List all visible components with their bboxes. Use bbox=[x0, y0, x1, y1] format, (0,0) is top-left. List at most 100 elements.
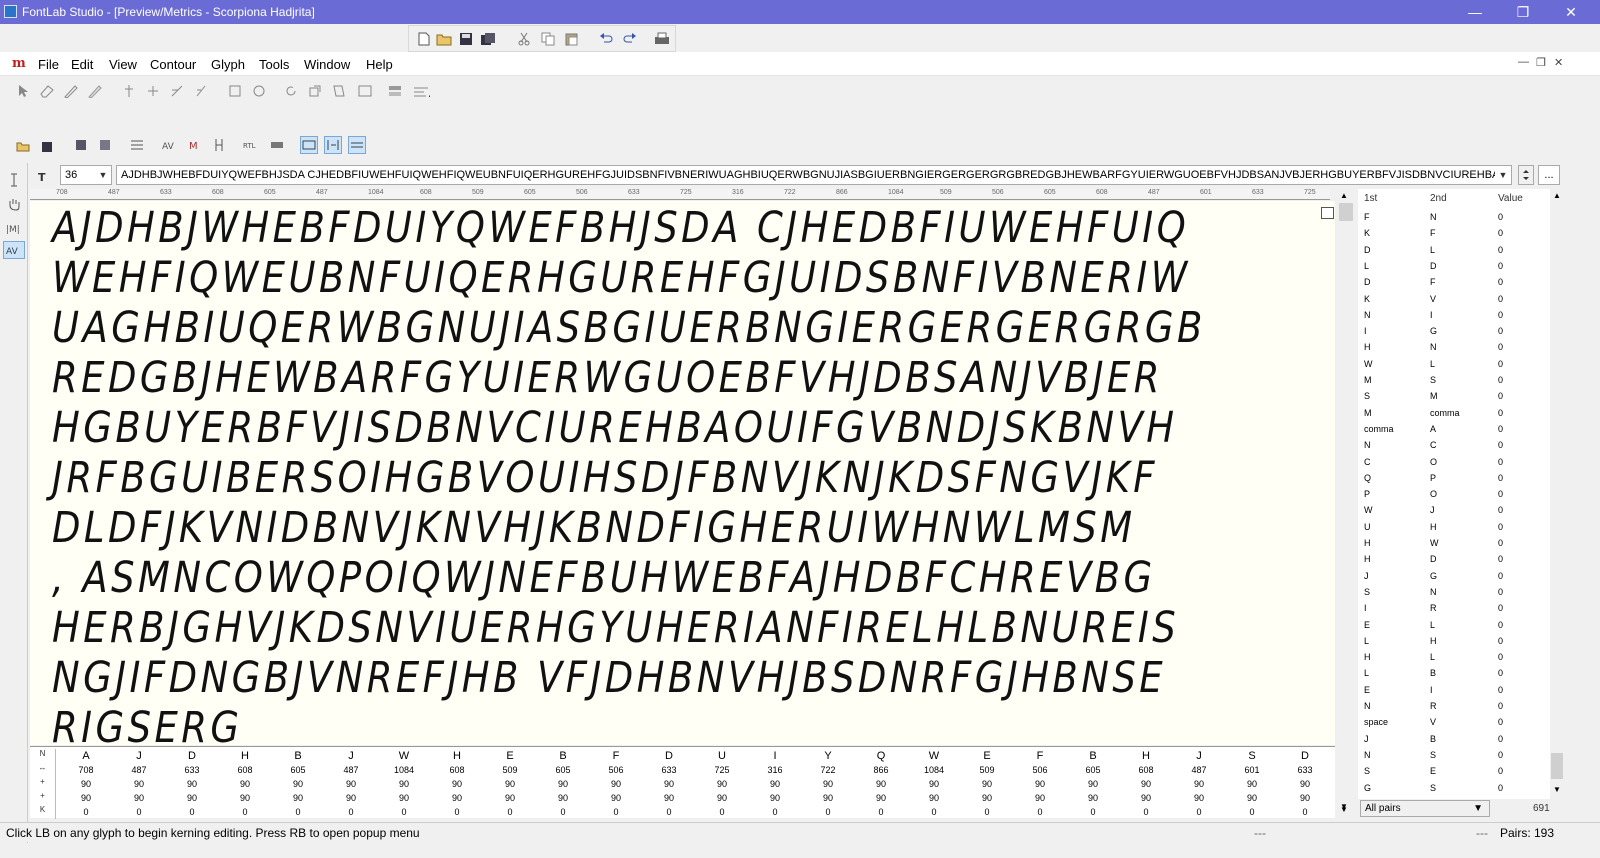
hint-tool-icon[interactable] bbox=[192, 82, 210, 100]
preview-canvas[interactable]: AJDHBJWHEBFDUIYQWEFBHJSDA CJHEDBFIUWEHFU… bbox=[30, 201, 1335, 745]
metrics-rsb-cell[interactable]: 90 bbox=[1279, 791, 1331, 805]
metrics-lsb-cell[interactable]: 90 bbox=[378, 777, 430, 791]
metrics-kern-cell[interactable]: 0 bbox=[696, 805, 748, 819]
pointer-tool-icon[interactable] bbox=[14, 82, 32, 100]
scroll-up-icon[interactable]: ▲ bbox=[1340, 191, 1348, 200]
kerning-pair-row[interactable]: S E 0 bbox=[1358, 763, 1548, 779]
metrics-lsb-cell[interactable]: 90 bbox=[1120, 777, 1172, 791]
kerning-pair-row[interactable]: L D 0 bbox=[1358, 258, 1548, 274]
canvas-toggle-icon[interactable] bbox=[1321, 207, 1334, 219]
mdi-minimize-icon[interactable]: — bbox=[1518, 56, 1529, 68]
metrics-width-cell[interactable]: 605 bbox=[537, 763, 589, 777]
metrics-glyph-name[interactable]: B bbox=[537, 749, 589, 763]
menu-tools[interactable]: Tools bbox=[259, 57, 289, 72]
metrics-kern-cell[interactable]: 0 bbox=[749, 805, 801, 819]
chevron-down-icon[interactable]: ▼ bbox=[95, 166, 111, 184]
paste-icon[interactable] bbox=[563, 30, 581, 48]
menu-help[interactable]: Help bbox=[366, 57, 393, 72]
metrics-kern-cell[interactable]: 0 bbox=[908, 805, 960, 819]
metrics-kern-cell[interactable]: 0 bbox=[378, 805, 430, 819]
metrics-rsb-cell[interactable]: 90 bbox=[113, 791, 165, 805]
metrics-glyph-name[interactable]: W bbox=[908, 749, 960, 763]
metrics-kern-cell[interactable]: 0 bbox=[1120, 805, 1172, 819]
metrics-width-cell[interactable]: 722 bbox=[802, 763, 854, 777]
metrics-width-cell[interactable]: 605 bbox=[1067, 763, 1119, 777]
preview-text-line[interactable]: , ASMNCOWQPOIQWJNEFBUHWEBFAJHDBFCHREVBG bbox=[52, 553, 1156, 603]
new-file-icon[interactable] bbox=[415, 30, 433, 48]
kerning-pair-row[interactable]: space V 0 bbox=[1358, 714, 1548, 730]
metrics-kern-cell[interactable]: 0 bbox=[60, 805, 112, 819]
metrics-lsb-cell[interactable]: 90 bbox=[166, 777, 218, 791]
metrics-rsb-cell[interactable]: 90 bbox=[1120, 791, 1172, 805]
kerning-pair-row[interactable]: Q P 0 bbox=[1358, 470, 1548, 486]
text-cursor-icon[interactable] bbox=[5, 171, 23, 189]
preview-text-line[interactable]: JRFBGUIBERSOIHGBVOUIHSDJFBNVJKNJKDSFNGVJ… bbox=[52, 453, 1158, 503]
metrics-kern-cell[interactable]: 0 bbox=[272, 805, 324, 819]
metrics-rsb-cell[interactable]: 90 bbox=[378, 791, 430, 805]
metrics-width-cell[interactable]: 316 bbox=[749, 763, 801, 777]
metrics-glyph-name[interactable]: H bbox=[1120, 749, 1172, 763]
metrics-glyph-name[interactable]: S bbox=[1226, 749, 1278, 763]
metrics-kern-cell[interactable]: 0 bbox=[855, 805, 907, 819]
preview-text-line[interactable]: REDGBJHEWBARFGYUIERWGUOEBFVHJDBSANJVBJER bbox=[52, 353, 1163, 403]
metrics-width-cell[interactable]: 601 bbox=[1226, 763, 1278, 777]
metrics-lsb-cell[interactable]: 90 bbox=[1067, 777, 1119, 791]
kerning-pair-row[interactable]: N S 0 bbox=[1358, 747, 1548, 763]
metrics-lsb-cell[interactable]: 90 bbox=[802, 777, 854, 791]
kerning-pair-row[interactable]: Mcomma 0 bbox=[1358, 405, 1548, 421]
metrics-kern-cell[interactable]: 0 bbox=[1173, 805, 1225, 819]
metrics-rsb-cell[interactable]: 90 bbox=[1014, 791, 1066, 805]
import-metrics-icon[interactable] bbox=[72, 136, 90, 154]
metrics-rsb-cell[interactable]: 90 bbox=[166, 791, 218, 805]
kerning-pair-row[interactable]: D L 0 bbox=[1358, 242, 1548, 258]
cut-icon[interactable] bbox=[515, 30, 533, 48]
scroll-thumb[interactable] bbox=[1339, 203, 1353, 221]
kerning-pair-row[interactable]: E L 0 bbox=[1358, 617, 1548, 633]
metrics-width-cell[interactable]: 725 bbox=[696, 763, 748, 777]
pen-tool-icon[interactable] bbox=[62, 82, 80, 100]
transform-tool-icon[interactable] bbox=[356, 82, 374, 100]
menu-view[interactable]: View bbox=[109, 57, 137, 72]
metrics-lsb-cell[interactable]: 90 bbox=[272, 777, 324, 791]
metrics-width-cell[interactable]: 487 bbox=[113, 763, 165, 777]
kerning-pair-row[interactable]: L H 0 bbox=[1358, 633, 1548, 649]
metrics-lsb-cell[interactable]: 90 bbox=[60, 777, 112, 791]
kerning-pair-row[interactable]: K V 0 bbox=[1358, 291, 1548, 307]
kerning-mode-icon[interactable] bbox=[348, 136, 366, 154]
chevron-down-icon[interactable]: ▼ bbox=[1495, 166, 1511, 184]
kerning-list-icon[interactable] bbox=[128, 136, 146, 154]
metrics-kern-cell[interactable]: 0 bbox=[1014, 805, 1066, 819]
metrics-lsb-cell[interactable]: 90 bbox=[1279, 777, 1331, 791]
preview-mode-icon[interactable] bbox=[300, 136, 318, 154]
open-metrics-icon[interactable] bbox=[14, 136, 32, 154]
preview-text-line[interactable]: UAGHBIUQERWBGNUJIASBGIUERBNGIERGERGERGRG… bbox=[52, 303, 1206, 353]
metrics-rsb-cell[interactable]: 90 bbox=[219, 791, 271, 805]
menu-file[interactable]: File bbox=[38, 57, 59, 72]
metrics-glyph-name[interactable]: B bbox=[272, 749, 324, 763]
kerning-pair-row[interactable]: C O 0 bbox=[1358, 454, 1548, 470]
expand-arrow-icon[interactable]: ▼ bbox=[1340, 802, 1348, 811]
mdi-close-icon[interactable]: ✕ bbox=[1554, 56, 1563, 69]
kerning-scrollbar[interactable]: ▲ ▼ bbox=[1550, 189, 1564, 799]
glyph-metrics-icon[interactable] bbox=[210, 136, 228, 154]
metrics-width-cell[interactable]: 633 bbox=[1279, 763, 1331, 777]
metrics-glyph-name[interactable]: B bbox=[1067, 749, 1119, 763]
metrics-rsb-cell[interactable]: 90 bbox=[484, 791, 536, 805]
auto-kern-icon[interactable]: AV bbox=[160, 136, 178, 154]
preview-text-line[interactable]: NGJIFDNGBJVNREFJHB VFJDHBNVHJBSDNRFGJHBN… bbox=[52, 653, 1166, 703]
metrics-width-cell[interactable]: 509 bbox=[484, 763, 536, 777]
metrics-glyph-name[interactable]: J bbox=[113, 749, 165, 763]
metrics-lsb-cell[interactable]: 90 bbox=[961, 777, 1013, 791]
kerning-pair-row[interactable]: W J 0 bbox=[1358, 502, 1548, 518]
metrics-lsb-cell[interactable]: 90 bbox=[1173, 777, 1225, 791]
metrics-kern-cell[interactable]: 0 bbox=[1226, 805, 1278, 819]
scroll-up-icon[interactable]: ▲ bbox=[1553, 191, 1561, 200]
kerning-pair-row[interactable]: S N 0 bbox=[1358, 584, 1548, 600]
metrics-kern-cell[interactable]: 0 bbox=[537, 805, 589, 819]
scroll-thumb[interactable] bbox=[1551, 753, 1563, 779]
metrics-mode-icon[interactable] bbox=[324, 136, 342, 154]
metrics-lsb-cell[interactable]: 90 bbox=[325, 777, 377, 791]
measure-tool-icon[interactable] bbox=[168, 82, 186, 100]
metrics-width-cell[interactable]: 608 bbox=[219, 763, 271, 777]
rtl-toggle-icon[interactable]: RTL bbox=[242, 136, 260, 154]
